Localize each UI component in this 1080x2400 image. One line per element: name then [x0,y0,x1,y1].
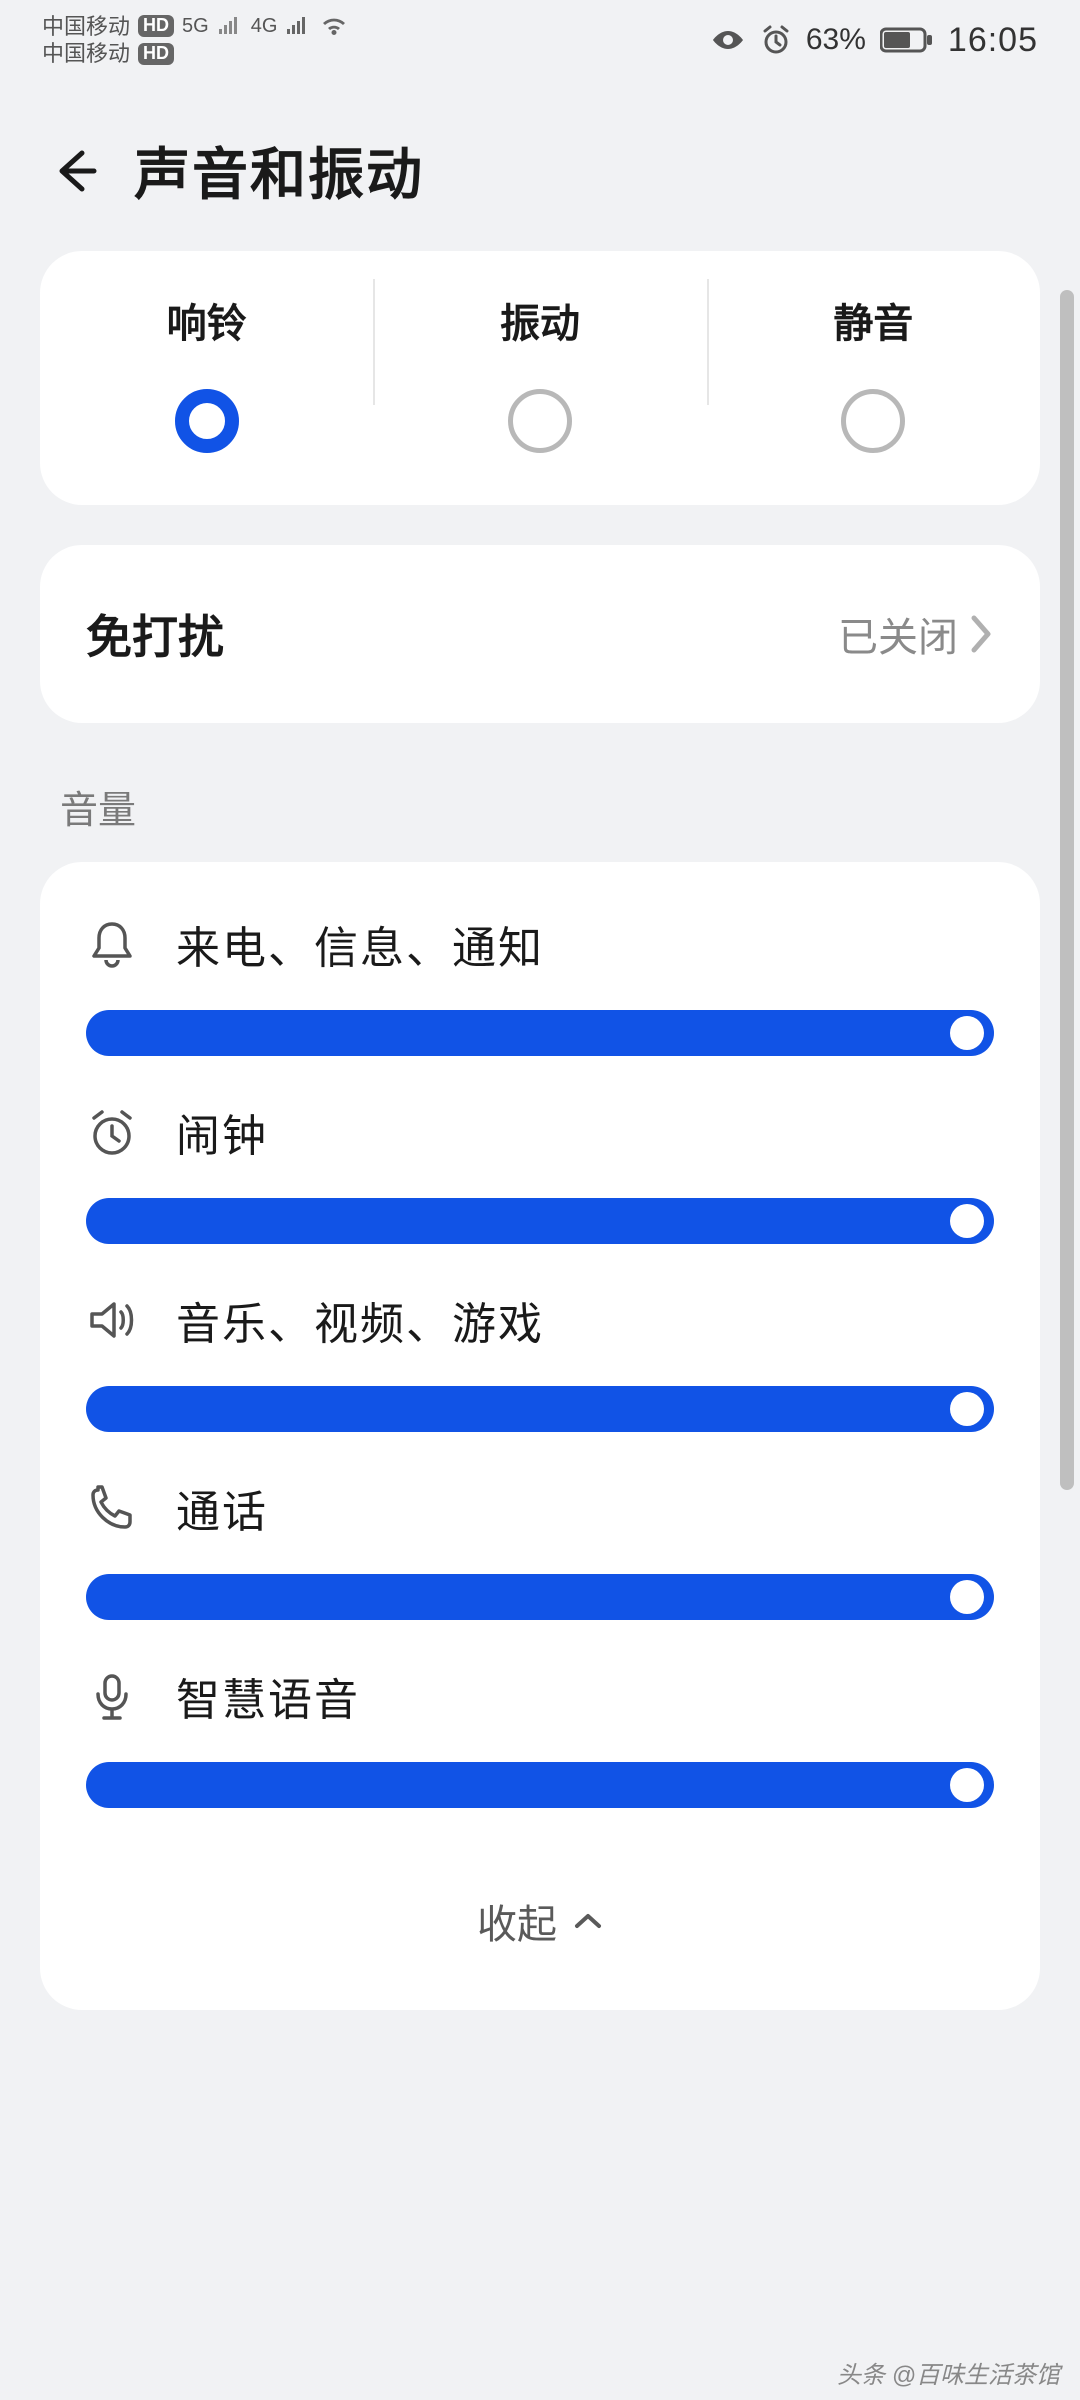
battery-text: 63% [806,23,866,57]
page-title: 声音和振动 [134,130,424,211]
volume-voice-label: 智慧语音 [176,1664,360,1728]
carrier-1: 中国移动 [42,14,130,39]
volume-alarm-slider[interactable] [86,1198,994,1244]
volume-alarm: 闹钟 [86,1100,994,1244]
signal-icon-2 [285,16,311,36]
mic-icon [86,1670,138,1722]
slider-thumb[interactable] [950,1016,984,1050]
volume-alarm-label: 闹钟 [176,1100,268,1164]
slider-thumb[interactable] [950,1392,984,1426]
slider-thumb[interactable] [950,1580,984,1614]
alarm-clock-icon [86,1106,138,1158]
mode-vibrate-label: 振动 [500,291,580,349]
speaker-icon [86,1294,138,1346]
slider-thumb[interactable] [950,1204,984,1238]
sound-mode-card: 响铃 振动 静音 [40,251,1040,505]
dnd-status: 已关闭 [838,605,958,663]
dnd-card[interactable]: 免打扰 已关闭 [40,545,1040,723]
network-5g: 5G [182,15,209,38]
mode-silent[interactable]: 静音 [707,251,1040,505]
volume-ringtone: 来电、信息、通知 [86,912,994,1056]
dnd-label: 免打扰 [86,601,224,667]
eye-icon [710,28,746,52]
title-bar: 声音和振动 [0,80,1080,251]
carrier-2: 中国移动 [42,41,130,66]
alarm-icon [760,24,792,56]
hd-badge-1: HD [138,15,174,37]
signal-icon-1 [217,16,243,36]
battery-icon [880,26,934,54]
radio-ring [175,389,239,453]
collapse-label: 收起 [477,1892,557,1950]
status-right: 63% 16:05 [710,21,1038,60]
radio-vibrate [508,389,572,453]
volume-voice: 智慧语音 [86,1664,994,1808]
collapse-button[interactable]: 收起 [86,1852,994,1990]
mode-silent-label: 静音 [833,291,913,349]
back-button[interactable] [48,145,100,197]
mode-vibrate[interactable]: 振动 [373,251,706,505]
clock-text: 16:05 [948,21,1038,60]
radio-silent [841,389,905,453]
volume-card: 来电、信息、通知 闹钟 音乐、视频、游戏 [40,862,1040,2010]
chevron-up-icon [573,1911,603,1931]
volume-call: 通话 [86,1476,994,1620]
mode-ring-label: 响铃 [167,291,247,349]
mode-ring[interactable]: 响铃 [40,251,373,505]
wifi-icon [319,15,349,37]
volume-call-label: 通话 [176,1476,268,1540]
chevron-right-icon [968,614,994,654]
status-left: 中国移动 HD 5G 4G 中国移动 HD [42,14,349,67]
status-bar: 中国移动 HD 5G 4G 中国移动 HD 63% [0,0,1080,80]
volume-media-slider[interactable] [86,1386,994,1432]
volume-media: 音乐、视频、游戏 [86,1288,994,1432]
bell-icon [86,918,138,970]
volume-voice-slider[interactable] [86,1762,994,1808]
phone-icon [86,1482,138,1534]
network-4g: 4G [251,15,278,38]
slider-thumb[interactable] [950,1768,984,1802]
scrollbar[interactable] [1060,290,1074,1490]
volume-ringtone-label: 来电、信息、通知 [176,912,544,976]
volume-ringtone-slider[interactable] [86,1010,994,1056]
watermark: 头条 @百味生活茶馆 [837,2355,1060,2390]
volume-call-slider[interactable] [86,1574,994,1620]
volume-section-header: 音量 [0,763,1080,862]
volume-media-label: 音乐、视频、游戏 [176,1288,544,1352]
hd-badge-2: HD [138,43,174,65]
